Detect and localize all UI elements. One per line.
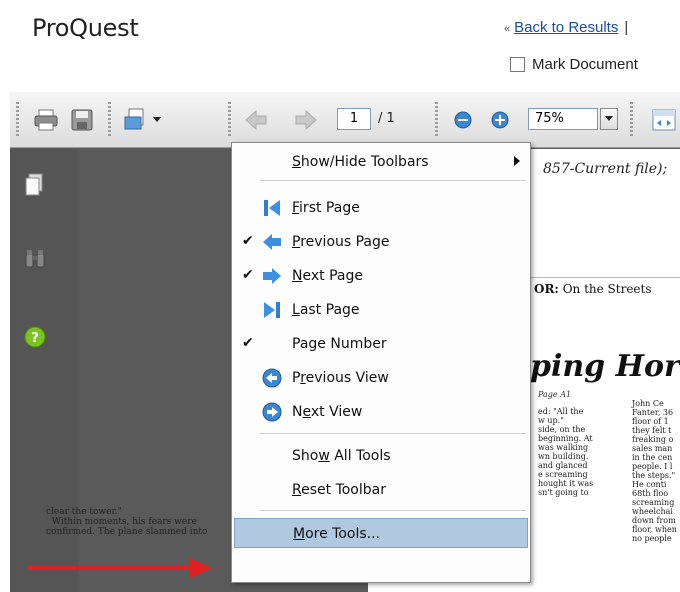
menu-item-label: Page Number bbox=[292, 336, 387, 352]
fit-width-icon[interactable] bbox=[648, 106, 680, 134]
svg-text:?: ? bbox=[31, 331, 39, 346]
previous-view-icon bbox=[262, 368, 282, 388]
toolbar-grip[interactable] bbox=[108, 102, 111, 138]
author-text: On the Streets bbox=[562, 282, 652, 296]
toolbar-grip[interactable] bbox=[16, 102, 19, 138]
toolbar-context-menu: Show/Hide Toolbars First Page ✔ Previous… bbox=[231, 142, 531, 583]
menu-item-next-view[interactable]: Next View bbox=[234, 397, 528, 427]
menu-separator bbox=[260, 510, 526, 511]
mark-document-control[interactable]: Mark Document bbox=[510, 56, 638, 73]
menu-item-page-number[interactable]: ✔ Page Number bbox=[234, 329, 528, 359]
annotation-arrow-head-icon bbox=[190, 558, 212, 578]
help-icon[interactable]: ? bbox=[24, 326, 46, 353]
menu-item-previous-view[interactable]: Previous View bbox=[234, 363, 528, 393]
menu-item-first-page[interactable]: First Page bbox=[234, 193, 528, 223]
menu-item-label: More Tools... bbox=[293, 526, 381, 542]
proquest-logo: ProQuest bbox=[32, 14, 139, 42]
check-icon: ✔ bbox=[242, 335, 254, 351]
toolbar-grip[interactable] bbox=[228, 102, 231, 138]
first-page-icon bbox=[262, 198, 282, 218]
pages-panel-icon[interactable] bbox=[24, 173, 44, 202]
next-page-arrow-icon[interactable] bbox=[292, 106, 320, 134]
menu-item-label: First Page bbox=[292, 200, 360, 216]
menu-item-label: Next Page bbox=[292, 268, 363, 284]
mark-document-label: Mark Document bbox=[532, 56, 638, 73]
toolbar-grip[interactable] bbox=[435, 102, 438, 138]
document-author-line: OR: On the Streets bbox=[534, 282, 652, 296]
back-chevron-icon: « bbox=[504, 23, 511, 35]
menu-item-show-all-tools[interactable]: Show All Tools bbox=[234, 441, 528, 471]
author-label: OR: bbox=[534, 282, 559, 296]
next-view-icon bbox=[262, 402, 282, 422]
save-icon[interactable] bbox=[68, 106, 96, 134]
menu-item-last-page[interactable]: Last Page bbox=[234, 295, 528, 325]
last-page-icon bbox=[262, 300, 282, 320]
header-separator: | bbox=[624, 19, 629, 36]
previous-page-icon bbox=[262, 232, 282, 252]
next-page-icon bbox=[262, 266, 282, 286]
menu-item-label: Previous Page bbox=[292, 234, 390, 250]
menu-item-label: Show All Tools bbox=[292, 448, 391, 464]
zoom-dropdown-icon[interactable] bbox=[600, 108, 618, 130]
menu-item-label: Previous View bbox=[292, 370, 389, 386]
chevron-down-icon[interactable] bbox=[150, 106, 164, 134]
article-column-left: ed: "All the w up." side, on the beginni… bbox=[538, 407, 594, 497]
page-total-label: / 1 bbox=[378, 111, 395, 126]
menu-item-show-hide-toolbars[interactable]: Show/Hide Toolbars bbox=[234, 147, 528, 177]
attachment-tools-icon[interactable] bbox=[122, 106, 150, 134]
menu-item-label: Reset Toolbar bbox=[292, 482, 386, 498]
back-to-results-link[interactable]: Back to Results bbox=[514, 19, 618, 36]
menu-item-next-page[interactable]: ✔ Next Page bbox=[234, 261, 528, 291]
zoom-out-icon[interactable] bbox=[449, 106, 477, 134]
find-binoculars-icon[interactable] bbox=[24, 249, 46, 274]
mark-document-checkbox[interactable] bbox=[510, 57, 525, 72]
check-icon: ✔ bbox=[242, 267, 254, 283]
article-headline: ping Hor bbox=[530, 349, 680, 384]
menu-item-label: Last Page bbox=[292, 302, 360, 318]
annotation-arrow-shaft bbox=[27, 566, 195, 570]
document-citation: 857-Current file); bbox=[543, 161, 668, 177]
menu-item-label: Show/Hide Toolbars bbox=[292, 154, 429, 170]
article-body-lines: clear the tower." Within moments, his fe… bbox=[46, 507, 208, 537]
submenu-arrow-icon bbox=[514, 156, 520, 166]
menu-item-reset-toolbar[interactable]: Reset Toolbar bbox=[234, 475, 528, 505]
zoom-in-icon[interactable] bbox=[486, 106, 514, 134]
menu-item-more-tools[interactable]: More Tools... bbox=[234, 518, 528, 548]
check-icon: ✔ bbox=[242, 233, 254, 249]
article-byline: Page A1 bbox=[538, 390, 572, 399]
menu-item-label: Next View bbox=[292, 404, 363, 420]
zoom-level-input[interactable]: 75% bbox=[528, 108, 598, 130]
menu-separator bbox=[260, 433, 526, 434]
toolbar-grip[interactable] bbox=[630, 102, 633, 138]
print-icon[interactable] bbox=[32, 106, 60, 134]
previous-page-arrow-icon[interactable] bbox=[242, 106, 270, 134]
article-column-right: John Ce Fanter, 36 floor of 1 they felt … bbox=[632, 399, 677, 543]
page-number-input[interactable]: 1 bbox=[337, 108, 371, 130]
menu-item-previous-page[interactable]: ✔ Previous Page bbox=[234, 227, 528, 257]
menu-separator bbox=[260, 180, 526, 181]
viewer-toolbar: 1 / 1 75% bbox=[10, 92, 680, 148]
back-to-results-nav: «Back to Results | bbox=[504, 19, 628, 36]
